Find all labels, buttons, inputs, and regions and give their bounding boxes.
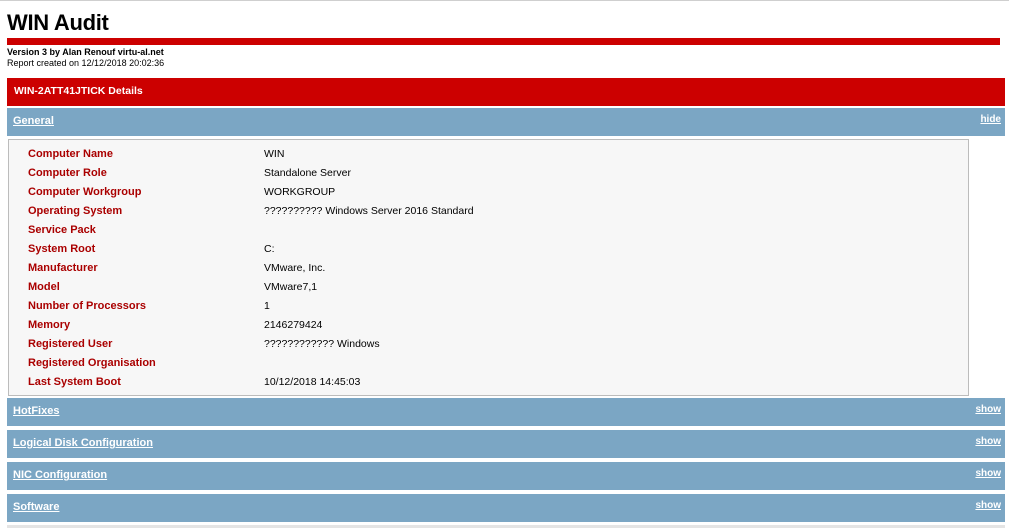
section-hotfixes-toggle[interactable]: show [975,404,1001,415]
detail-row-model: Model VMware7,1 [9,278,968,297]
detail-row-computer-role: Computer Role Standalone Server [9,164,968,183]
report-created-line: Report created on 12/12/2018 20:02:36 [7,58,165,68]
detail-value: C: [264,243,275,255]
detail-row-service-pack: Service Pack [9,221,968,240]
section-general-toggle[interactable]: hide [980,114,1001,125]
general-details-panel: Computer Name WIN Computer Role Standalo… [8,139,969,396]
detail-value: WORKGROUP [264,186,336,198]
detail-row-memory: Memory 2146279424 [9,316,968,335]
detail-value: 2146279424 [264,319,323,331]
section-hotfixes: HotFixes show [7,398,1005,427]
detail-key: Registered Organisation [28,357,156,369]
detail-key: Model [28,281,60,293]
section-hotfixes-link[interactable]: HotFixes [13,405,59,417]
section-nic-configuration-link[interactable]: NIC Configuration [13,469,107,481]
detail-value: WIN [264,148,285,160]
detail-value: VMware, Inc. [264,262,326,274]
detail-row-system-root: System Root C: [9,240,968,259]
detail-row-registered-user: Registered User ???????????? Windows [9,335,968,354]
detail-row-computer-workgroup: Computer Workgroup WORKGROUP [9,183,968,202]
detail-key: Computer Role [28,167,107,179]
section-logical-disk-toggle[interactable]: show [975,436,1001,447]
detail-key: Manufacturer [28,262,98,274]
detail-row-registered-organisation: Registered Organisation [9,354,968,373]
detail-row-manufacturer: Manufacturer VMware, Inc. [9,259,968,278]
detail-key: Computer Name [28,148,113,160]
version-line: Version 3 by Alan Renouf virtu-al.net [7,47,164,57]
details-header: WIN-2ATT41JTICK Details [7,78,1005,106]
detail-value: 10/12/2018 14:45:03 [264,376,361,388]
detail-key: Service Pack [28,224,96,236]
section-software: Software show [7,494,1005,523]
page-title: WIN Audit [7,10,109,35]
detail-value: ???????????? Windows [264,338,380,350]
details-header-label: WIN-2ATT41JTICK Details [14,85,143,97]
detail-key: Memory [28,319,71,331]
detail-key: Last System Boot [28,376,121,388]
section-general-link[interactable]: General [13,115,54,127]
detail-value: VMware7,1 [264,281,318,293]
detail-row-computer-name: Computer Name WIN [9,145,968,164]
section-nic-configuration: NIC Configuration show [7,462,1005,491]
title-divider [7,38,1000,45]
section-logical-disk-link[interactable]: Logical Disk Configuration [13,437,153,449]
detail-key: Computer Workgroup [28,186,142,198]
section-software-toggle[interactable]: show [975,500,1001,511]
section-logical-disk: Logical Disk Configuration show [7,430,1005,459]
detail-row-number-of-processors: Number of Processors 1 [9,297,968,316]
section-general: General hide [7,108,1005,137]
detail-key: Operating System [28,205,123,217]
detail-value: ?????????? Windows Server 2016 Standard [264,205,474,217]
detail-row-last-system-boot: Last System Boot 10/12/2018 14:45:03 [9,373,968,392]
detail-key: System Root [28,243,96,255]
section-nic-configuration-toggle[interactable]: show [975,468,1001,479]
detail-value: 1 [264,300,270,312]
detail-value: Standalone Server [264,167,351,179]
detail-key: Registered User [28,338,113,350]
detail-key: Number of Processors [28,300,146,312]
report-page: WIN Audit Version 3 by Alan Renouf virtu… [0,0,1009,528]
section-software-link[interactable]: Software [13,501,59,513]
detail-row-operating-system: Operating System ?????????? Windows Serv… [9,202,968,221]
